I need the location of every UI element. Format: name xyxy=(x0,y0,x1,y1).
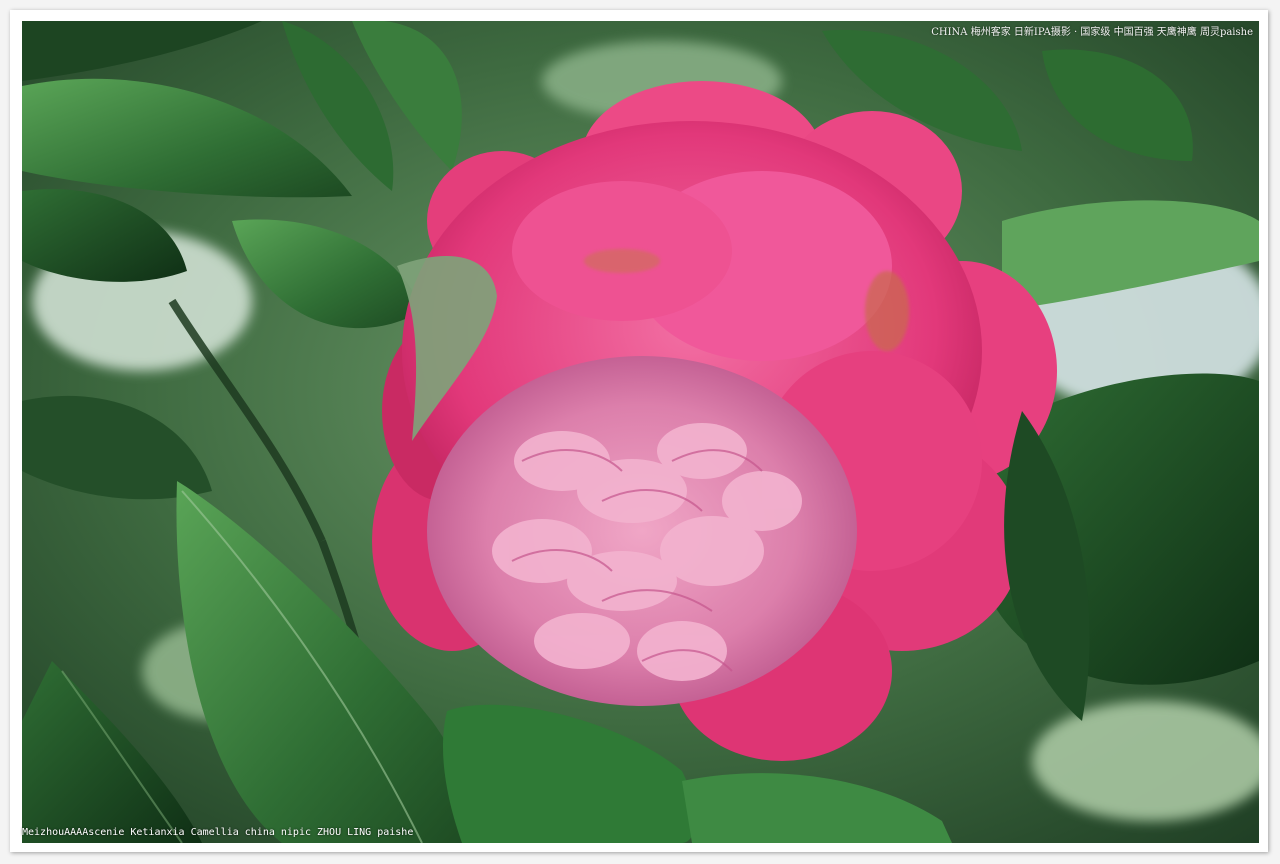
watermark-top: CHINA 梅州客家 日新IPA摄影 · 国家级 中国百强 天鹰神鹰 周灵pai… xyxy=(931,27,1253,38)
watermark-bottom: MeizhouAAAAscenie Ketianxia Camellia chi… xyxy=(22,827,414,838)
camellia-photo xyxy=(22,21,1259,843)
